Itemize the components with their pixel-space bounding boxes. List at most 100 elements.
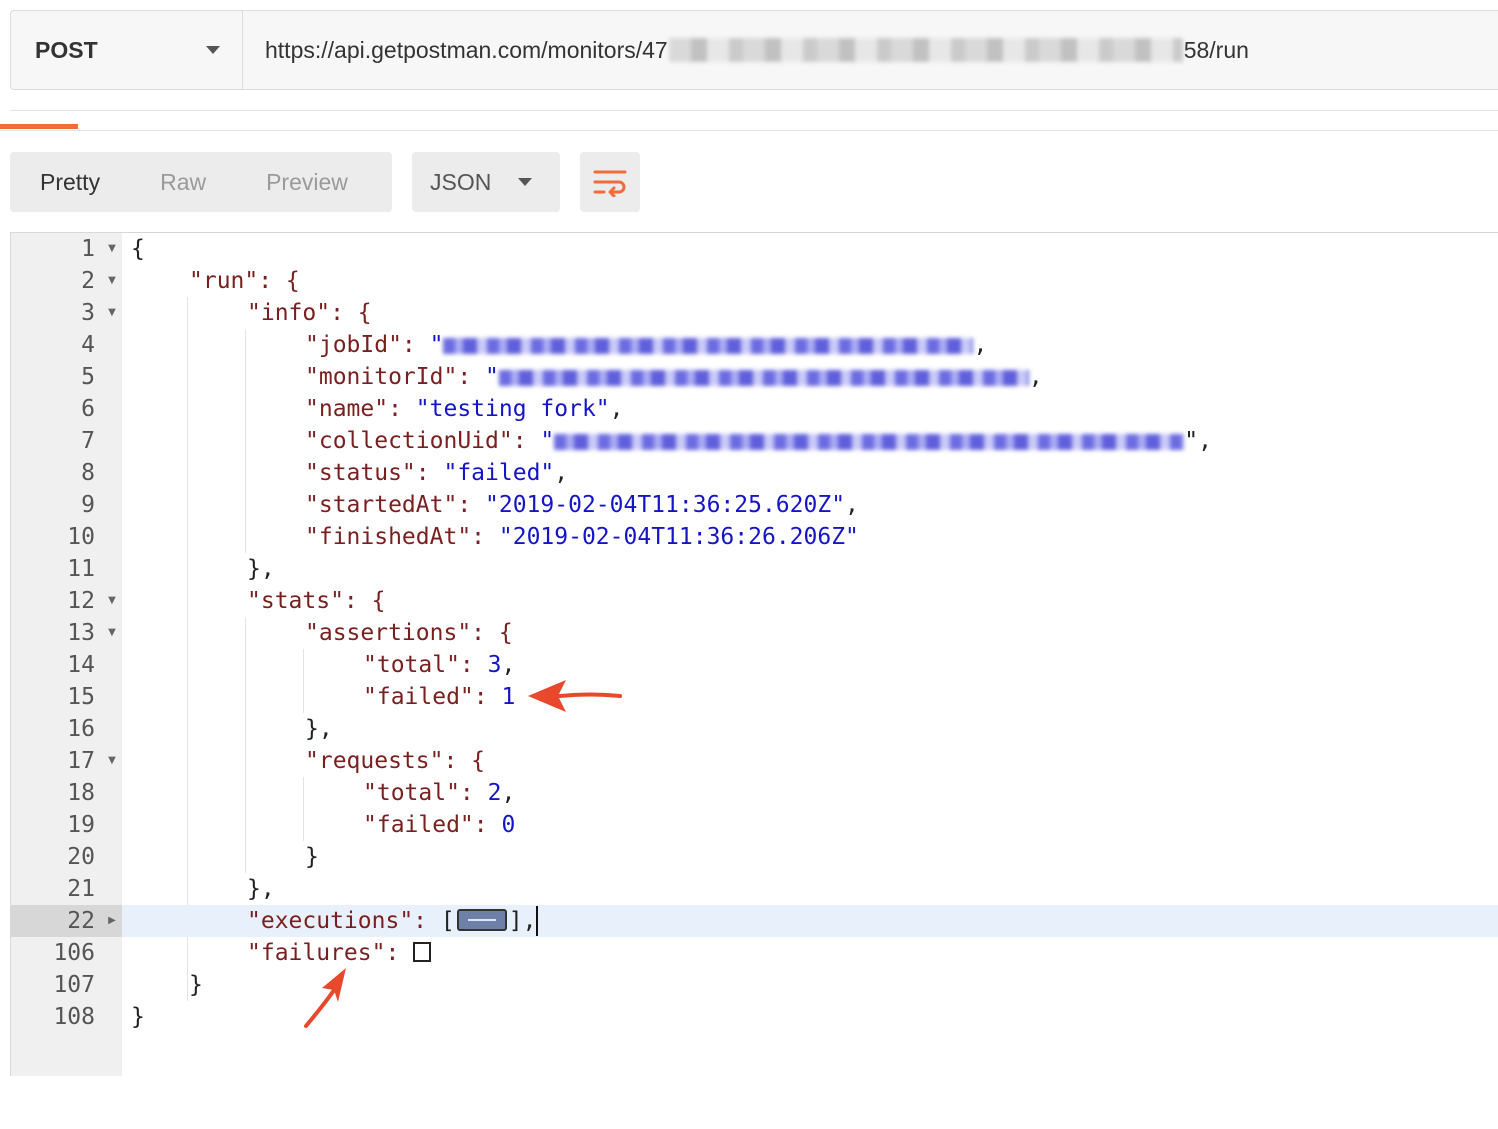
json-quote: " [485, 364, 499, 390]
line-number: 4 [81, 332, 95, 358]
json-key: "total": [363, 780, 488, 806]
code-line: 108 } [11, 1001, 1498, 1033]
line-number: 21 [67, 876, 95, 902]
code-text: , [845, 492, 859, 518]
expand-collapsed-button[interactable] [456, 908, 507, 931]
json-value: 1 [501, 684, 516, 710]
code-line: 7 "collectionUid": " ", [11, 425, 1498, 457]
url-end: 58/run [1183, 36, 1249, 63]
code-text: ], [508, 908, 537, 934]
fold-open-icon[interactable]: ▼ [106, 745, 118, 777]
code-line: 1 ▼ { [11, 233, 1498, 265]
url-input[interactable]: https://api.getpostman.com/monitors/47 58… [243, 11, 1498, 89]
code-line: 2 ▼ "run": { [11, 265, 1498, 297]
code-line: 20 } [11, 841, 1498, 873]
code-text: "run": { [189, 268, 300, 294]
code-text: }, [305, 716, 333, 742]
line-number: 106 [53, 940, 95, 966]
json-key: "monitorId": [305, 364, 486, 390]
method-label: POST [35, 36, 98, 63]
active-tab-indicator [0, 124, 78, 129]
json-key: "jobId": [305, 332, 430, 358]
line-number: 107 [53, 972, 95, 998]
method-select[interactable]: POST [11, 11, 243, 89]
response-body-editor[interactable]: 1 ▼ { 2 ▼ "run": { 3 ▼ "info": { 4 "jobI… [10, 232, 1498, 1076]
line-number: 16 [67, 716, 95, 742]
code-text: "info": { [247, 300, 372, 326]
fold-open-icon[interactable]: ▼ [106, 233, 118, 265]
fold-open-icon[interactable]: ▼ [106, 265, 118, 297]
tab-preview[interactable]: Preview [266, 169, 348, 196]
json-key: "name": [305, 396, 416, 422]
redacted-value [443, 337, 974, 354]
line-number: 20 [67, 844, 95, 870]
code-line: 10 "finishedAt": "2019-02-04T11:36:26.20… [11, 521, 1498, 553]
format-select[interactable]: JSON [412, 152, 560, 212]
json-value: 0 [501, 812, 516, 838]
code-line: 4 "jobId": ", [11, 329, 1498, 361]
json-key: "failed": [363, 684, 502, 710]
code-text: "assertions": { [305, 620, 513, 646]
red-arrow-icon [528, 680, 622, 712]
line-number: 9 [81, 492, 95, 518]
format-label: JSON [430, 168, 492, 195]
code-text: , [554, 460, 569, 486]
code-line: 106 "failures": [11, 937, 1498, 969]
code-text: } [131, 1004, 145, 1030]
code-text: "requests": { [305, 748, 486, 774]
divider [10, 110, 1498, 111]
empty-array-marker [413, 941, 432, 962]
code-line: 15 "failed": 1 [11, 681, 1498, 713]
json-key: "total": [363, 652, 488, 678]
code-line: 107 } [11, 969, 1498, 1001]
tab-pretty[interactable]: Pretty [40, 169, 100, 196]
code-line-active: 22 ▶ "executions": [], [11, 905, 1498, 937]
line-number: 18 [67, 780, 95, 806]
json-value: "2019-02-04T11:36:26.206Z" [498, 524, 859, 550]
code-text: [ [440, 908, 455, 934]
code-text: , [973, 332, 988, 358]
line-number: 5 [81, 364, 95, 390]
code-text: } [305, 844, 319, 870]
code-line: 8 "status": "failed", [11, 457, 1498, 489]
fold-open-icon[interactable]: ▼ [106, 297, 118, 329]
divider [0, 130, 1498, 131]
json-key: "failed": [363, 812, 502, 838]
code-text: , [501, 652, 516, 678]
line-number: 19 [67, 812, 95, 838]
json-value: 2 [487, 780, 502, 806]
json-key: "startedAt": [305, 492, 486, 518]
line-number: 11 [67, 556, 95, 582]
json-key: "status": [305, 460, 444, 486]
code-text: { [131, 236, 145, 262]
code-line: 19 "failed": 0 [11, 809, 1498, 841]
json-key: "executions": [247, 908, 441, 934]
wrap-lines-icon [593, 170, 627, 197]
code-line: 21 }, [11, 873, 1498, 905]
text-cursor [536, 905, 539, 936]
red-arrow-icon [304, 968, 346, 1028]
code-line: 6 "name": "testing fork", [11, 393, 1498, 425]
fold-closed-icon[interactable]: ▶ [106, 905, 118, 937]
wrap-lines-button[interactable] [580, 152, 640, 212]
line-number: 8 [81, 460, 95, 486]
code-line: 5 "monitorId": ", [11, 361, 1498, 393]
line-number: 7 [81, 428, 95, 454]
json-key: "collectionUid": [305, 428, 541, 454]
tab-raw[interactable]: Raw [160, 169, 206, 196]
json-quote: " [540, 428, 555, 454]
code-text: , [501, 780, 516, 806]
code-text: , [1028, 364, 1043, 390]
redacted-value [554, 433, 1185, 450]
fold-open-icon[interactable]: ▼ [106, 617, 118, 649]
redacted-url-segment [668, 38, 1183, 62]
redacted-value [498, 369, 1029, 386]
json-quote: " [429, 332, 444, 358]
code-line: 12 ▼ "stats": { [11, 585, 1498, 617]
code-line: 14 "total": 3, [11, 649, 1498, 681]
fold-open-icon[interactable]: ▼ [106, 585, 118, 617]
line-number: 10 [67, 524, 95, 550]
code-text: } [189, 972, 203, 998]
json-key: "finishedAt": [305, 524, 499, 550]
json-value: "failed" [443, 460, 555, 486]
